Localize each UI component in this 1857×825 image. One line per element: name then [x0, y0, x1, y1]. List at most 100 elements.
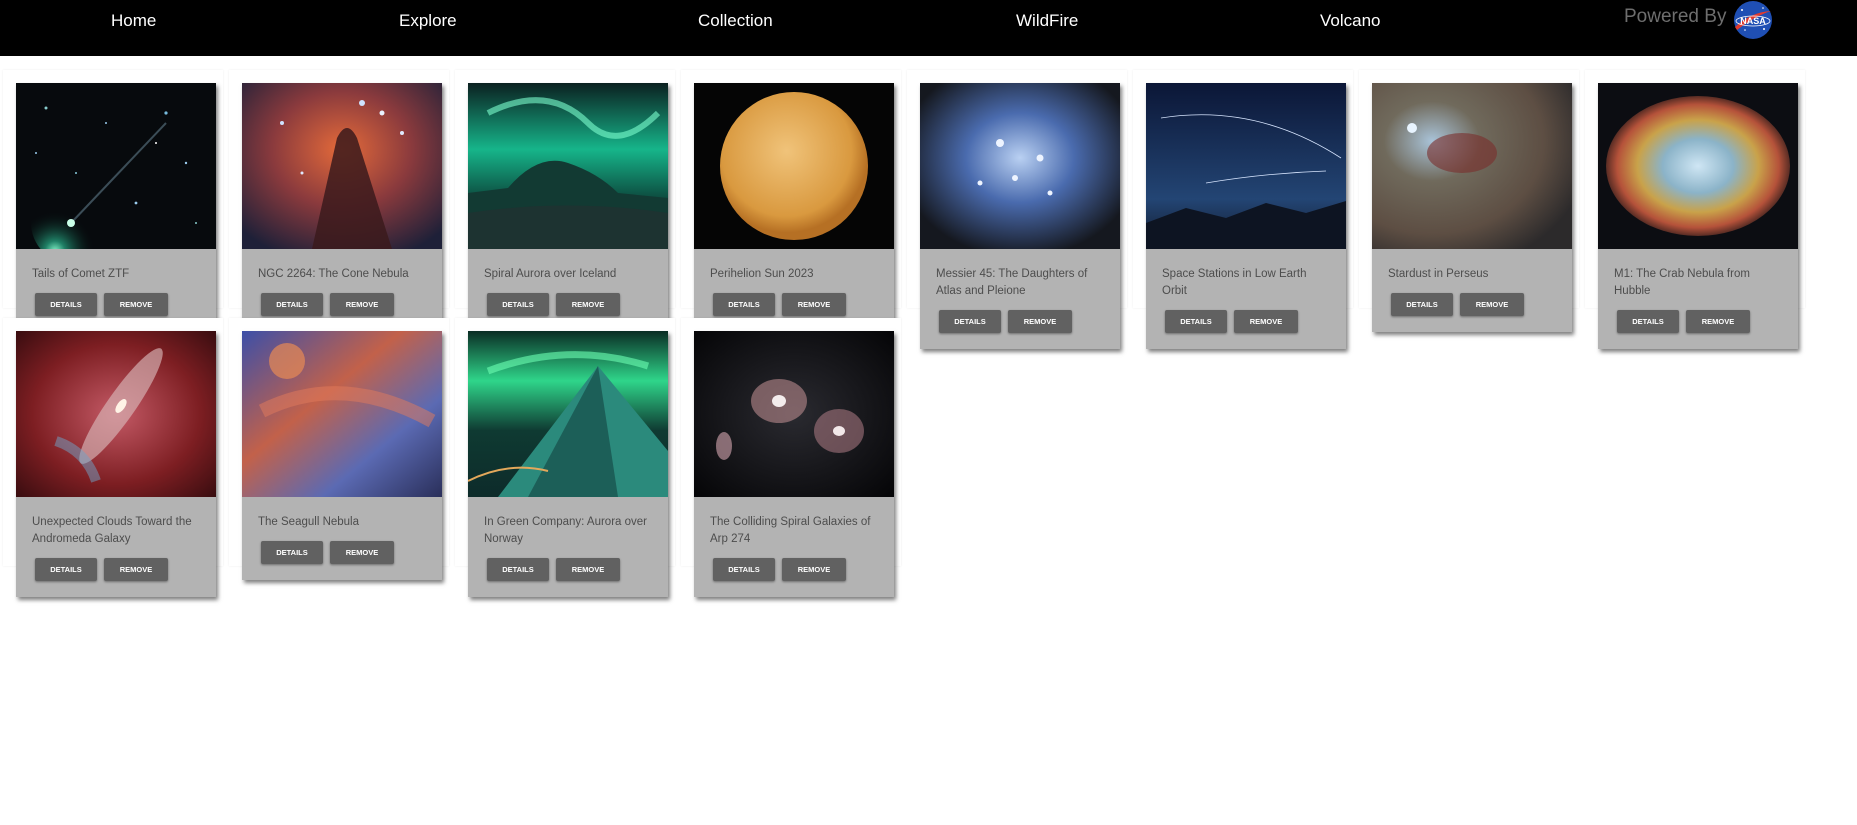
nav-collection-link[interactable]: Collection: [698, 11, 773, 31]
card-image[interactable]: [468, 83, 668, 249]
card-actions: DETAILS REMOVE: [920, 300, 1120, 349]
remove-button[interactable]: REMOVE: [556, 558, 620, 581]
remove-button[interactable]: REMOVE: [330, 293, 394, 316]
remove-button[interactable]: REMOVE: [556, 293, 620, 316]
remove-button[interactable]: REMOVE: [104, 293, 168, 316]
card-cell: Space Stations in Low Earth Orbit DETAILS…: [1133, 70, 1353, 349]
card-image[interactable]: [1598, 83, 1798, 249]
image-card: Messier 45: The Daughters of Atlas and P…: [920, 83, 1120, 349]
andromeda-image: [16, 331, 216, 497]
remove-button[interactable]: REMOVE: [104, 558, 168, 581]
card-image[interactable]: [1372, 83, 1572, 249]
details-button[interactable]: DETAILS: [713, 558, 775, 581]
remove-button[interactable]: REMOVE: [1686, 310, 1750, 333]
nav-home-link[interactable]: Home: [111, 11, 156, 31]
perseus-stardust-image: [1372, 83, 1572, 249]
aurora-norway-image: [468, 331, 668, 497]
details-button[interactable]: DETAILS: [35, 558, 97, 581]
aurora-iceland-image: [468, 83, 668, 249]
card-title: Spiral Aurora over Iceland: [484, 268, 617, 280]
details-button[interactable]: DETAILS: [261, 541, 323, 564]
card-cell: Tails of Comet ZTF DETAILS REMOVE: [3, 70, 223, 332]
card-actions: DETAILS REMOVE: [694, 548, 894, 597]
image-card: The Colliding Spiral Galaxies of Arp 274…: [694, 331, 894, 597]
card-cell: Perihelion Sun 2023 DETAILS REMOVE: [681, 70, 901, 332]
card-image[interactable]: [16, 331, 216, 497]
card-image[interactable]: [16, 83, 216, 249]
top-navbar: Home Explore Collection WildFire Volcano…: [0, 0, 1857, 56]
pleiades-image: [920, 83, 1120, 249]
image-card: Spiral Aurora over Iceland DETAILS REMOVE: [468, 83, 668, 332]
powered-by-label: Powered By: [1624, 6, 1727, 27]
cone-nebula-image: [242, 83, 442, 249]
seagull-nebula-image: [242, 331, 442, 497]
details-button[interactable]: DETAILS: [35, 293, 97, 316]
card-actions: DETAILS REMOVE: [242, 531, 442, 580]
card-title: NGC 2264: The Cone Nebula: [258, 268, 409, 280]
card-cell: M1: The Crab Nebula from Hubble DETAILS RE…: [1585, 70, 1805, 349]
details-button[interactable]: DETAILS: [1617, 310, 1679, 333]
card-title: M1: The Crab Nebula from Hubble: [1614, 268, 1750, 297]
card-title: In Green Company: Aurora over Norway: [484, 516, 647, 545]
nasa-logo-icon: NASA: [1734, 1, 1772, 39]
card-cell: The Colliding Spiral Galaxies of Arp 274…: [681, 318, 901, 597]
card-title: Perihelion Sun 2023: [710, 268, 814, 280]
details-button[interactable]: DETAILS: [1165, 310, 1227, 333]
card-image[interactable]: [920, 83, 1120, 249]
remove-button[interactable]: REMOVE: [782, 293, 846, 316]
card-actions: DETAILS REMOVE: [1598, 300, 1798, 349]
details-button[interactable]: DETAILS: [487, 293, 549, 316]
card-actions: DETAILS REMOVE: [1146, 300, 1346, 349]
card-image[interactable]: [1146, 83, 1346, 249]
comet-image: [16, 83, 216, 249]
arp274-galaxies-image: [694, 331, 894, 497]
image-card: Stardust in Perseus DETAILS REMOVE: [1372, 83, 1572, 332]
card-cell: Unexpected Clouds Toward the Andromeda G…: [3, 318, 223, 597]
card-actions: DETAILS REMOVE: [16, 548, 216, 597]
details-button[interactable]: DETAILS: [487, 558, 549, 581]
card-title: Unexpected Clouds Toward the Andromeda G…: [32, 516, 192, 545]
image-card: Perihelion Sun 2023 DETAILS REMOVE: [694, 83, 894, 332]
card-image[interactable]: [694, 331, 894, 497]
card-title: Stardust in Perseus: [1388, 268, 1489, 280]
card-cell: NGC 2264: The Cone Nebula DETAILS REMOVE: [229, 70, 449, 332]
card-title: The Seagull Nebula: [258, 516, 360, 528]
card-image[interactable]: [242, 331, 442, 497]
remove-button[interactable]: REMOVE: [1008, 310, 1072, 333]
card-actions: DETAILS REMOVE: [468, 548, 668, 597]
image-card: Unexpected Clouds Toward the Andromeda G…: [16, 331, 216, 597]
card-cell: Stardust in Perseus DETAILS REMOVE: [1359, 70, 1579, 332]
image-card: Tails of Comet ZTF DETAILS REMOVE: [16, 83, 216, 332]
card-title: The Colliding Spiral Galaxies of Arp 274: [710, 516, 871, 545]
card-actions: DETAILS REMOVE: [1372, 283, 1572, 332]
image-card: M1: The Crab Nebula from Hubble DETAILS RE…: [1598, 83, 1798, 349]
card-title: Tails of Comet ZTF: [32, 268, 130, 280]
nav-explore-link[interactable]: Explore: [399, 11, 457, 31]
perihelion-sun-image: [694, 83, 894, 249]
svg-text:NASA: NASA: [1740, 16, 1766, 26]
nav-wildfire-link[interactable]: WildFire: [1016, 11, 1078, 31]
card-title: Space Stations in Low Earth Orbit: [1162, 268, 1307, 297]
image-card: NGC 2264: The Cone Nebula DETAILS REMOVE: [242, 83, 442, 332]
card-cell: Messier 45: The Daughters of Atlas and P…: [907, 70, 1127, 349]
details-button[interactable]: DETAILS: [939, 310, 1001, 333]
details-button[interactable]: DETAILS: [713, 293, 775, 316]
card-cell: The Seagull Nebula DETAILS REMOVE: [229, 318, 449, 580]
remove-button[interactable]: REMOVE: [1460, 293, 1524, 316]
card-image[interactable]: [694, 83, 894, 249]
card-cell: Spiral Aurora over Iceland DETAILS REMOVE: [455, 70, 675, 332]
card-image[interactable]: [242, 83, 442, 249]
image-card: Space Stations in Low Earth Orbit DETAILS…: [1146, 83, 1346, 349]
details-button[interactable]: DETAILS: [1391, 293, 1453, 316]
card-title: Messier 45: The Daughters of Atlas and P…: [936, 268, 1088, 297]
remove-button[interactable]: REMOVE: [1234, 310, 1298, 333]
remove-button[interactable]: REMOVE: [330, 541, 394, 564]
image-card: The Seagull Nebula DETAILS REMOVE: [242, 331, 442, 580]
details-button[interactable]: DETAILS: [261, 293, 323, 316]
nav-volcano-link[interactable]: Volcano: [1320, 11, 1381, 31]
remove-button[interactable]: REMOVE: [782, 558, 846, 581]
card-image[interactable]: [468, 331, 668, 497]
space-stations-image: [1146, 83, 1346, 249]
crab-nebula-image: [1598, 83, 1798, 249]
image-card: In Green Company: Aurora over Norway DETA…: [468, 331, 668, 597]
